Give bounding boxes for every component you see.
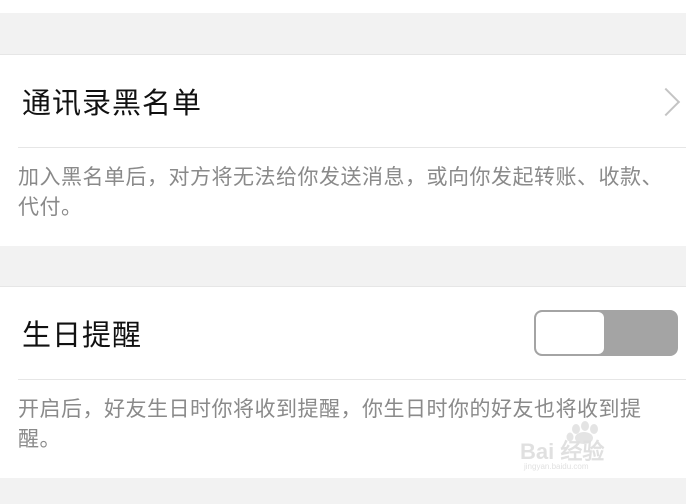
birthday-title: 生日提醒 xyxy=(22,318,143,352)
birthday-row: 生日提醒 xyxy=(0,287,686,379)
section-gap xyxy=(0,246,686,287)
watermark-text: Bai 经验 xyxy=(520,439,604,464)
watermark-subtext: jingyan.baidu.com xyxy=(523,462,589,471)
blacklist-title: 通讯录黑名单 xyxy=(22,86,203,120)
blacklist-row[interactable]: 通讯录黑名单 xyxy=(0,55,686,147)
settings-screen: 通讯录黑名单 加入黑名单后，对方将无法给你发送消息，或向你发起转账、收款、代付。… xyxy=(0,0,686,504)
blacklist-description: 加入黑名单后，对方将无法给你发送消息，或向你发起转账、收款、代付。 xyxy=(18,165,663,219)
birthday-toggle[interactable] xyxy=(534,310,678,356)
toggle-knob xyxy=(536,312,604,354)
chevron-right-icon xyxy=(651,87,681,117)
blacklist-section: 通讯录黑名单 加入黑名单后，对方将无法给你发送消息，或向你发起转账、收款、代付。 xyxy=(0,55,686,246)
baidu-jingyan-watermark: Bai 经验 jingyan.baidu.com xyxy=(520,421,604,471)
section-gap xyxy=(0,13,686,55)
section-gap xyxy=(0,478,686,504)
previous-section-edge xyxy=(0,0,686,13)
